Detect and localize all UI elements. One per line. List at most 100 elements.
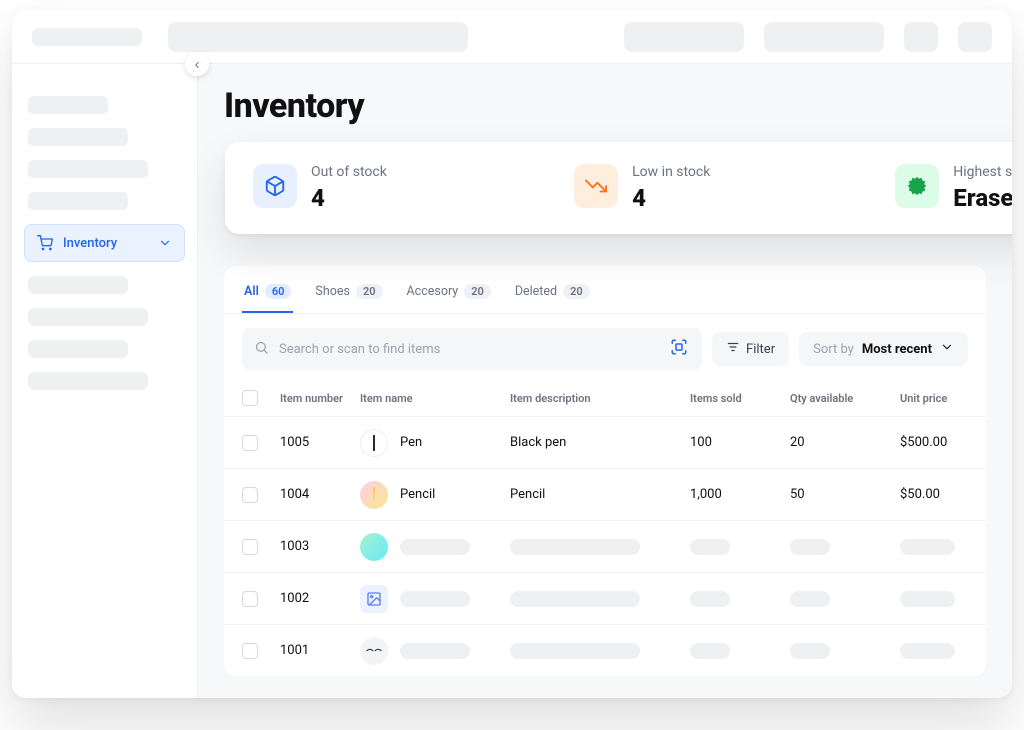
cell-item-name: Pencil xyxy=(400,487,435,502)
tab-deleted[interactable]: Deleted 20 xyxy=(513,280,592,313)
cell-item-name: Pen xyxy=(400,435,422,450)
stat-highest-selling: Highest selling stock Eraser xyxy=(895,164,1012,212)
tab-label: Accesory xyxy=(407,284,459,299)
box-icon xyxy=(253,164,297,208)
cell-price: $500.00 xyxy=(900,435,1010,450)
search-box[interactable] xyxy=(242,328,702,370)
tabs: All 60 Shoes 20 Accesory 20 Deleted 20 xyxy=(224,266,986,314)
row-menu-button[interactable] xyxy=(1010,539,1012,555)
stat-label: Out of stock xyxy=(311,164,387,180)
col-item-name: Item name xyxy=(360,392,510,405)
skeleton xyxy=(900,539,955,555)
skeleton xyxy=(690,591,730,607)
sidebar-item-placeholder xyxy=(28,192,128,210)
skeleton xyxy=(790,539,830,555)
tab-accessory[interactable]: Accesory 20 xyxy=(405,280,493,313)
skeleton xyxy=(790,643,830,659)
sidebar-item-label: Inventory xyxy=(63,236,148,251)
skeleton xyxy=(900,643,955,659)
item-thumbnail xyxy=(360,481,388,509)
topbar xyxy=(12,10,1012,64)
tab-label: All xyxy=(244,284,259,299)
image-placeholder-icon xyxy=(360,585,388,613)
skeleton xyxy=(400,539,470,555)
cart-icon xyxy=(37,235,53,251)
tab-count: 20 xyxy=(464,284,491,299)
row-checkbox[interactable] xyxy=(242,487,258,503)
tab-label: Deleted xyxy=(515,284,557,299)
skeleton xyxy=(400,591,470,607)
sidebar-item-placeholder xyxy=(28,160,148,178)
skeleton xyxy=(510,643,640,659)
row-menu-button[interactable] xyxy=(1010,487,1012,503)
logo-placeholder xyxy=(32,28,142,46)
toolbar: Filter Sort by Most recent xyxy=(224,314,986,384)
cell-item-number: 1004 xyxy=(280,487,360,502)
table-row[interactable]: 1004 Pencil Pencil 1,000 50 $50.00 xyxy=(224,468,986,520)
select-all-checkbox[interactable] xyxy=(242,390,258,406)
skeleton xyxy=(510,591,640,607)
topbar-search-placeholder xyxy=(168,22,468,52)
table-row[interactable]: 1005 Pen Black pen 100 20 $500.00 xyxy=(224,416,986,468)
sidebar-item-placeholder xyxy=(28,276,128,294)
main: Inventory Out of stock 4 xyxy=(198,64,1012,698)
sidebar: Inventory xyxy=(12,64,198,698)
topbar-pill-1 xyxy=(624,22,744,52)
sidebar-item-placeholder xyxy=(28,96,108,114)
sort-by-label: Sort by xyxy=(813,342,854,357)
cell-item-number: 1002 xyxy=(280,591,360,606)
tab-count: 20 xyxy=(356,284,383,299)
cell-sold: 100 xyxy=(690,435,790,450)
row-checkbox[interactable] xyxy=(242,435,258,451)
cell-item-number: 1005 xyxy=(280,435,360,450)
item-thumbnail xyxy=(360,533,388,561)
tab-label: Shoes xyxy=(315,284,350,299)
stat-label: Low in stock xyxy=(632,164,710,180)
cell-qty: 50 xyxy=(790,487,900,502)
filter-button[interactable]: Filter xyxy=(712,332,789,366)
page-title: Inventory xyxy=(224,86,986,126)
item-thumbnail xyxy=(360,637,388,665)
scan-icon[interactable] xyxy=(668,336,690,362)
cell-item-number: 1003 xyxy=(280,539,360,554)
sort-dropdown[interactable]: Sort by Most recent xyxy=(799,332,968,366)
stat-value: 4 xyxy=(632,184,710,212)
stat-value: 4 xyxy=(311,184,387,212)
tab-all[interactable]: All 60 xyxy=(242,280,293,313)
topbar-square-1 xyxy=(904,22,938,52)
stat-out-of-stock: Out of stock 4 xyxy=(253,164,544,212)
tab-count: 20 xyxy=(563,284,590,299)
table-row[interactable]: 1003 xyxy=(224,520,986,572)
content-card: All 60 Shoes 20 Accesory 20 Deleted 20 xyxy=(224,266,986,676)
table-header: Item number Item name Item description I… xyxy=(224,384,986,416)
stat-low-in-stock: Low in stock 4 xyxy=(574,164,865,212)
stat-value: Eraser xyxy=(953,184,1012,212)
hot-badge-icon xyxy=(895,164,939,208)
table-row[interactable]: 1001 xyxy=(224,624,986,676)
search-input[interactable] xyxy=(279,342,658,357)
col-items-sold: Items sold xyxy=(690,392,790,405)
skeleton xyxy=(690,539,730,555)
skeleton xyxy=(790,591,830,607)
sidebar-item-inventory[interactable]: Inventory xyxy=(24,224,185,262)
search-icon xyxy=(254,340,269,359)
chevron-down-icon xyxy=(158,236,172,250)
sidebar-item-placeholder xyxy=(28,340,128,358)
skeleton xyxy=(400,643,470,659)
col-item-description: Item description xyxy=(510,392,690,405)
table-row[interactable]: 1002 xyxy=(224,572,986,624)
row-checkbox[interactable] xyxy=(242,591,258,607)
cell-description: Black pen xyxy=(510,435,690,450)
sort-value: Most recent xyxy=(862,342,932,357)
inventory-table: Item number Item name Item description I… xyxy=(224,384,986,676)
row-menu-button[interactable] xyxy=(1010,591,1012,607)
col-item-number: Item number xyxy=(280,392,360,405)
row-menu-button[interactable] xyxy=(1010,435,1012,451)
chevron-down-icon xyxy=(940,340,954,358)
row-checkbox[interactable] xyxy=(242,539,258,555)
row-checkbox[interactable] xyxy=(242,643,258,659)
tab-shoes[interactable]: Shoes 20 xyxy=(313,280,384,313)
skeleton xyxy=(510,539,640,555)
cell-item-number: 1001 xyxy=(280,643,360,658)
row-menu-button[interactable] xyxy=(1010,643,1012,659)
